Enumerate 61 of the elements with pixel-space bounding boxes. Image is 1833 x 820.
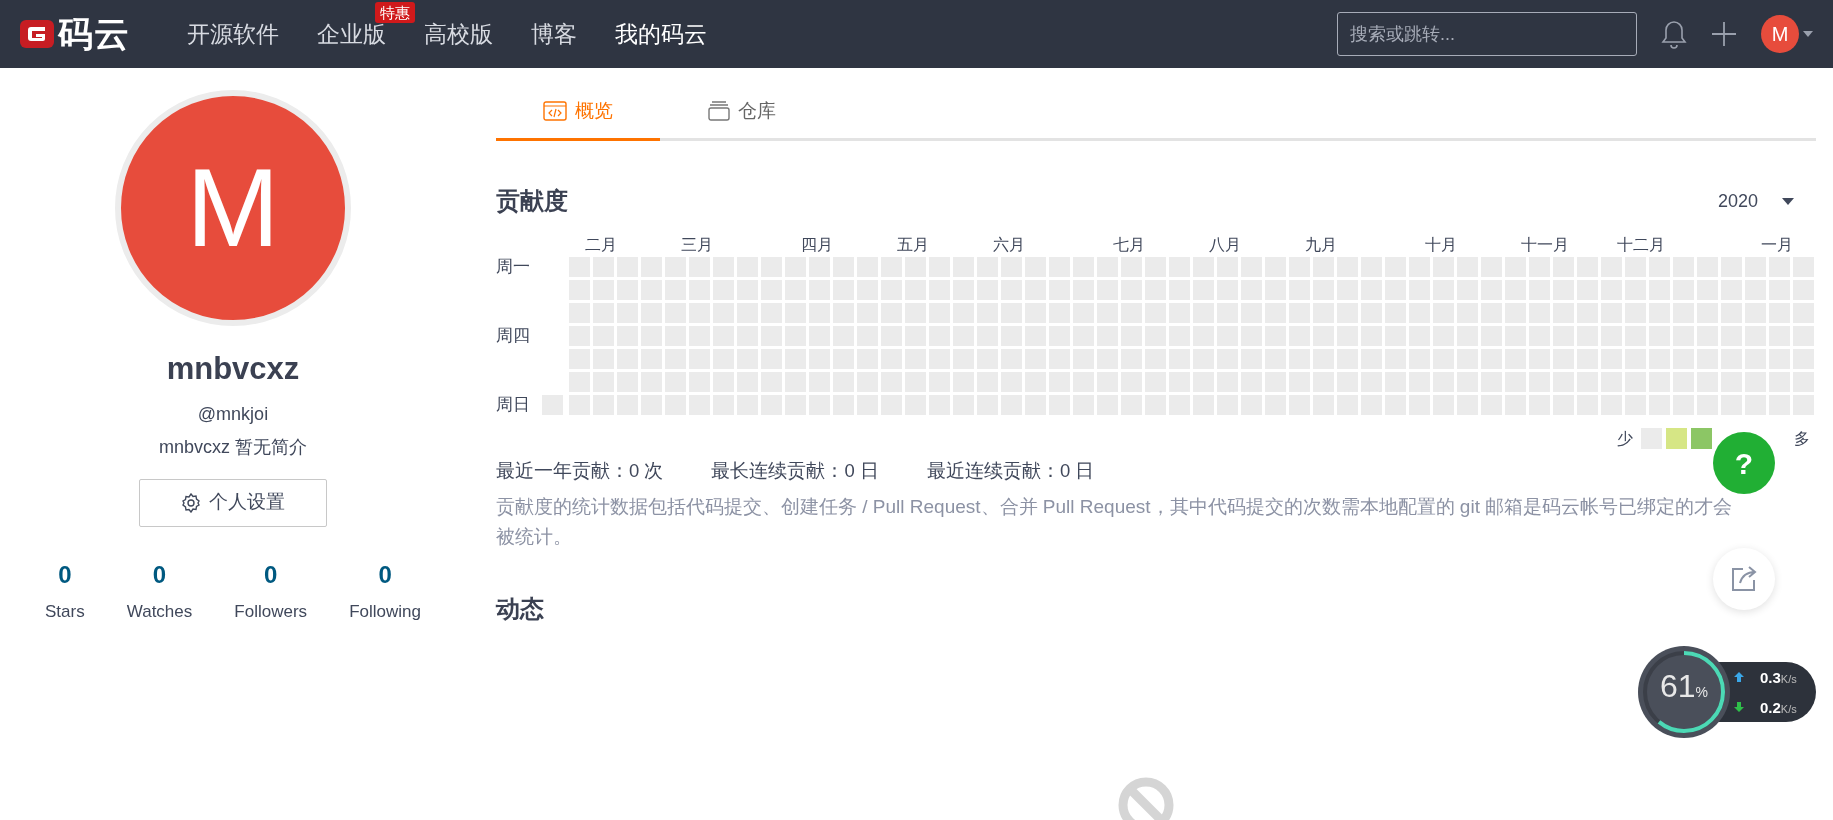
stat-label: Followers — [234, 600, 308, 623]
nav-link[interactable]: 开源软件 — [168, 16, 298, 52]
year-dropdown[interactable]: 2020 — [1711, 186, 1800, 216]
month-label: 五月 — [897, 235, 930, 255]
upload-speed: 0.3K/s — [1760, 669, 1797, 685]
month-label: 四月 — [801, 235, 834, 255]
section-heading: 动态 — [496, 594, 545, 625]
caret-icon[interactable] — [1803, 31, 1813, 37]
month-label: 九月 — [1305, 235, 1338, 255]
promo-badge: 特惠 — [375, 1, 415, 24]
contribution-stat: 最近一年贡献：0 次 — [496, 458, 664, 483]
stat-count: 0 — [378, 559, 392, 590]
month-label: 六月 — [993, 235, 1026, 255]
month-label: 十二月 — [1617, 235, 1666, 255]
user-avatar[interactable]: M — [1761, 15, 1799, 53]
stat-count: 0 — [58, 559, 72, 590]
section-heading: 贡献度 — [496, 186, 568, 216]
stacked-box-icon — [708, 101, 730, 121]
nav-link[interactable]: 我的码云 — [596, 16, 726, 52]
stat-label: Stars — [45, 600, 85, 623]
month-label: 二月 — [585, 235, 618, 255]
weekday-label: 周四 — [496, 326, 531, 346]
share-icon — [1729, 564, 1759, 594]
settings-button[interactable]: 个人设置 — [139, 478, 327, 527]
gear-icon — [181, 492, 201, 513]
month-label: 十一月 — [1521, 235, 1570, 255]
plus-icon[interactable] — [1711, 21, 1737, 47]
download-arrow-icon — [1734, 702, 1744, 712]
stat-count: 0 — [264, 559, 278, 590]
nav-link[interactable]: 博客 — [512, 16, 596, 52]
notification-bell-icon[interactable] — [1661, 19, 1687, 49]
month-label: 七月 — [1113, 235, 1146, 255]
contribution-stat: 最近连续贡献：0 日 — [926, 458, 1095, 483]
profile-avatar: M — [115, 90, 351, 326]
weekday-label: 周日 — [496, 395, 531, 415]
prohibited-icon — [1118, 777, 1174, 820]
profile-bio: mnbvcxz 暂无简介 — [159, 435, 307, 459]
contribution-stat: 最长连续贡献：0 日 — [711, 458, 879, 483]
month-label: 一月 — [1761, 235, 1794, 255]
download-speed: 0.2K/s — [1760, 699, 1797, 715]
logo-text[interactable]: 码云 — [58, 7, 130, 61]
stat-count: 0 — [152, 559, 167, 590]
legend-label: 多 — [1794, 428, 1810, 449]
contribution-note: 贡献度的统计数据包括代码提交、创建任务 / Pull Request、合并 Pull Request，其中代码提交的次数需本地配置的 git 邮箱是码云帐号已绑定的才会被统计。 — [496, 495, 1734, 549]
stat-label: Watches — [126, 600, 193, 623]
upload-arrow-icon — [1734, 672, 1744, 682]
legend-label: 少 — [1617, 428, 1633, 449]
code-window-icon — [543, 101, 567, 121]
month-label: 三月 — [681, 235, 714, 255]
profile-username: @mnkjoi — [197, 402, 269, 426]
profile-name: mnbvcxz — [166, 350, 300, 388]
caret-icon — [1782, 197, 1794, 205]
share-button[interactable] — [1713, 548, 1775, 610]
stat-label: Following — [349, 600, 421, 623]
logo-icon[interactable] — [20, 20, 54, 48]
weekday-label: 周一 — [496, 257, 531, 277]
search-field[interactable]: 搜索或跳转... — [1337, 12, 1637, 56]
month-label: 八月 — [1209, 235, 1242, 255]
tab[interactable]: 仓库 — [660, 84, 824, 141]
month-label: 十月 — [1425, 235, 1458, 255]
usage-percent: 61% — [1658, 670, 1709, 702]
